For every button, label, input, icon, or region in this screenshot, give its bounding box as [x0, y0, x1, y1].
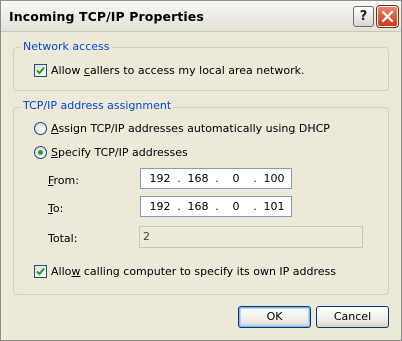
from-octet-1[interactable]: 192 — [145, 172, 175, 185]
dialog-window: Incoming TCP/IP Properties ? Network acc… — [0, 0, 402, 341]
from-octet-2[interactable]: 168 — [183, 172, 213, 185]
from-label: From: — [48, 174, 79, 187]
octet-separator: . — [253, 172, 257, 185]
specify-label-text: pecify TCP/IP addresses — [57, 146, 188, 159]
from-octet-4[interactable]: 100 — [259, 172, 289, 185]
octet-separator: . — [215, 200, 219, 213]
network-access-legend: Network access — [21, 40, 112, 53]
specify-label[interactable]: Specify TCP/IP addresses — [51, 146, 188, 159]
allow-callers-label[interactable]: Allow callers to access my local area ne… — [51, 64, 304, 77]
ok-button[interactable]: OK — [238, 306, 311, 328]
radio-selected-dot — [38, 150, 43, 155]
total-value-field: 2 — [139, 226, 363, 248]
specify-radio[interactable] — [34, 146, 47, 159]
from-octet-3[interactable]: 0 — [221, 172, 251, 185]
specify-label-hotkey: S — [51, 146, 58, 159]
dhcp-label[interactable]: Assign TCP/IP addresses automatically us… — [51, 122, 330, 135]
to-octet-2[interactable]: 168 — [183, 200, 213, 213]
window-title: Incoming TCP/IP Properties — [9, 9, 204, 24]
from-label-text: rom: — [53, 174, 79, 187]
checkmark-icon — [36, 267, 45, 276]
to-label-text: o: — [52, 202, 64, 215]
close-button[interactable] — [376, 5, 399, 28]
to-octet-3[interactable]: 0 — [221, 200, 251, 213]
help-button[interactable]: ? — [353, 6, 374, 27]
allow-specify-label-post: calling computer to specify its own IP a… — [80, 265, 337, 278]
to-ip-field[interactable]: 192 . 168 . 0 . 101 — [140, 196, 292, 217]
checkmark-icon — [36, 66, 45, 75]
octet-separator: . — [215, 172, 219, 185]
dhcp-label-text: ssign TCP/IP addresses automatically usi… — [58, 122, 330, 135]
octet-separator: . — [177, 172, 181, 185]
allow-specify-label-pre: Allo — [51, 265, 72, 278]
from-ip-field[interactable]: 192 . 168 . 0 . 100 — [140, 168, 292, 189]
allow-callers-label-pre: Allow — [51, 64, 84, 77]
allow-callers-checkbox[interactable] — [34, 64, 47, 77]
dhcp-radio[interactable] — [34, 122, 47, 135]
help-icon: ? — [359, 9, 368, 24]
title-bar[interactable]: Incoming TCP/IP Properties ? — [1, 1, 401, 32]
total-label: Total: — [48, 232, 78, 245]
tcpip-assignment-legend: TCP/IP address assignment — [21, 99, 174, 112]
close-icon — [381, 10, 394, 23]
allow-specify-ip-checkbox[interactable] — [34, 265, 47, 278]
allow-callers-label-post: allers to access my local area network. — [89, 64, 305, 77]
octet-separator: . — [253, 200, 257, 213]
to-octet-4[interactable]: 101 — [259, 200, 289, 213]
octet-separator: . — [177, 200, 181, 213]
to-label: To: — [48, 202, 63, 215]
dhcp-label-hotkey: A — [51, 122, 59, 135]
allow-specify-ip-label[interactable]: Allow calling computer to specify its ow… — [51, 265, 336, 278]
cancel-button[interactable]: Cancel — [316, 306, 389, 328]
to-octet-1[interactable]: 192 — [145, 200, 175, 213]
